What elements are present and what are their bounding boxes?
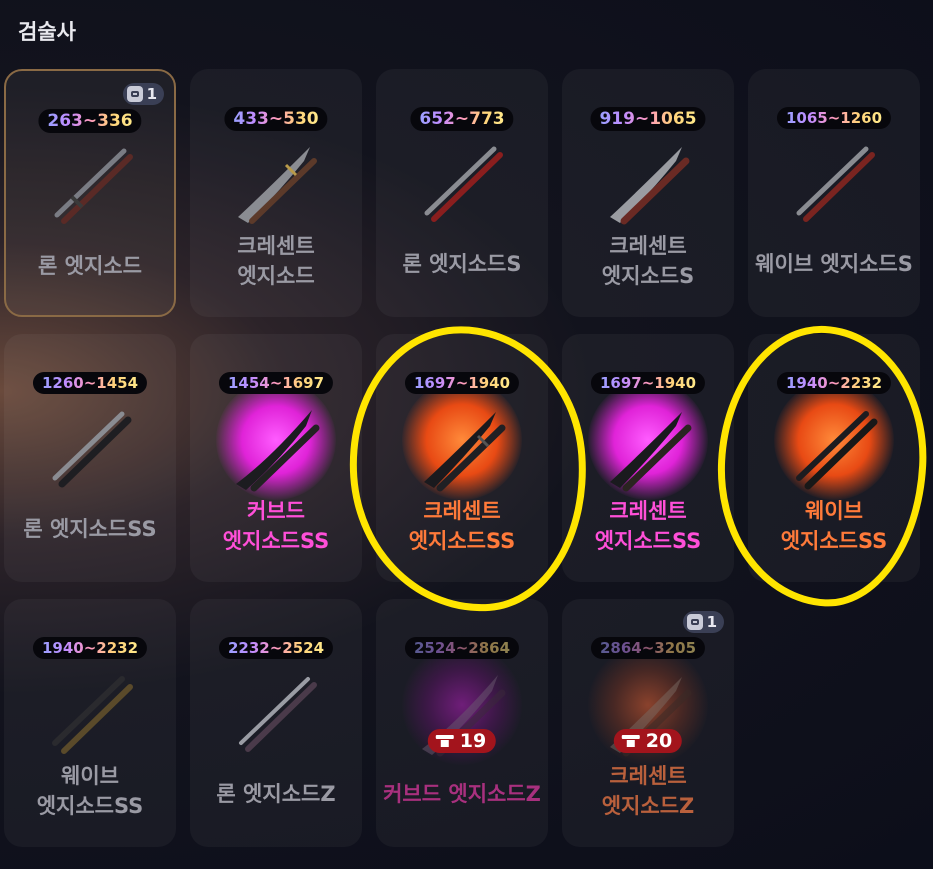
attack-range: 652~773: [410, 107, 514, 131]
weapon-name: 웨이브 엣지소드SS: [780, 499, 888, 553]
weapon-card-wave-edgesword-s[interactable]: 1065~1260 웨이브 엣지소드S: [748, 69, 920, 317]
weapon-card-crescent-edgesword-ss[interactable]: 1697~1940 크레센트 엣지소드SS: [376, 334, 548, 582]
cost-badge: 19: [427, 729, 497, 753]
sword-icon: [236, 410, 320, 492]
attack-range: 1454~1697: [218, 372, 334, 394]
sword-icon: [610, 147, 690, 225]
attack-range: 2232~2524: [218, 637, 334, 659]
sword-icon: [52, 411, 132, 488]
cost-value: 20: [645, 730, 673, 752]
weapon-name: 커브드 엣지소드Z: [383, 782, 541, 806]
weapon-name: 론 엣지소드: [38, 254, 142, 278]
weapon-name: 크레센트 엣지소드SS: [408, 499, 516, 553]
weapon-card-ron-edgesword-z[interactable]: 2232~2524 론 엣지소드Z: [190, 599, 362, 847]
weapon-card-ron-edgesword-s[interactable]: 652~773 론 엣지소드S: [376, 69, 548, 317]
weapon-name: 크레센트 엣지소드Z: [601, 764, 695, 818]
cost-value: 19: [459, 730, 487, 752]
weapon-card-wave-edgesword-ss-2[interactable]: 1940~2232 웨이브 엣지소드SS: [4, 599, 176, 847]
attack-range: 433~530: [224, 107, 328, 131]
attack-range: 919~1065: [590, 107, 706, 131]
sword-icon: [424, 412, 506, 492]
sword-icon: [52, 676, 133, 754]
weapon-card-crescent-edgesword[interactable]: 433~530 크레센트 엣지소드: [190, 69, 362, 317]
weapon-name: 크레센트 엣지소드: [237, 234, 315, 288]
anvil-icon: [435, 734, 454, 748]
weapon-card-crescent-edgesword-s[interactable]: 919~1065 크레센트 엣지소드S: [562, 69, 734, 317]
weapon-card-curved-edgesword-ss[interactable]: 1454~1697 커브드 엣지소드SS: [190, 334, 362, 582]
sword-icon: [796, 411, 878, 490]
weapon-name: 웨이브 엣지소드SS: [36, 764, 144, 818]
cost-badge: 20: [613, 729, 683, 753]
weapon-name: 크레센트 엣지소드SS: [594, 499, 702, 553]
sword-icon: [54, 148, 133, 224]
weapon-card-crescent-edgesword-z[interactable]: 1 2864~3205 20 크레센트 엣지소드Z: [562, 599, 734, 847]
bag-icon: [686, 614, 703, 630]
weapon-grid: 1 263~336 론 엣지소드 433~530 크레센트 엣지소드 652~7…: [0, 0, 933, 869]
sword-icon: [796, 146, 875, 222]
bag-icon: [126, 86, 143, 102]
attack-range: 2864~3205: [590, 637, 706, 659]
weapon-card-crescent-edgesword-ss-2[interactable]: 1697~1940 크레센트 엣지소드SS: [562, 334, 734, 582]
sword-icon: [239, 677, 317, 752]
attack-range: 1697~1940: [404, 372, 520, 394]
sword-icon: [238, 147, 317, 224]
sword-icon: [424, 146, 503, 222]
sword-icon: [610, 412, 692, 492]
inventory-count: 1: [146, 85, 157, 103]
weapon-card-ron-edgesword-ss[interactable]: 1260~1454 론 엣지소드SS: [4, 334, 176, 582]
anvil-icon: [621, 734, 640, 748]
weapon-name: 웨이브 엣지소드S: [755, 252, 913, 276]
weapon-card-curved-edgesword-z[interactable]: 2524~2864 19 커브드 엣지소드Z: [376, 599, 548, 847]
attack-range: 1940~2232: [776, 372, 892, 394]
weapon-name: 론 엣지소드SS: [23, 517, 157, 541]
attack-range: 1065~1260: [776, 107, 892, 129]
attack-range: 1260~1454: [32, 372, 148, 394]
inventory-badge: 1: [122, 83, 164, 105]
weapon-name: 론 엣지소드Z: [216, 782, 336, 806]
attack-range: 1697~1940: [590, 372, 706, 394]
weapon-name: 론 엣지소드S: [402, 252, 522, 276]
weapon-card-ron-edgesword[interactable]: 1 263~336 론 엣지소드: [4, 69, 176, 317]
inventory-count: 1: [706, 613, 717, 631]
attack-range: 2524~2864: [404, 637, 520, 659]
inventory-badge: 1: [682, 611, 724, 633]
weapon-card-wave-edgesword-ss[interactable]: 1940~2232 웨이브 엣지소드SS: [748, 334, 920, 582]
weapon-name: 크레센트 엣지소드S: [601, 234, 695, 288]
attack-range: 263~336: [38, 109, 142, 133]
attack-range: 1940~2232: [32, 637, 148, 659]
weapon-name: 커브드 엣지소드SS: [222, 499, 330, 553]
